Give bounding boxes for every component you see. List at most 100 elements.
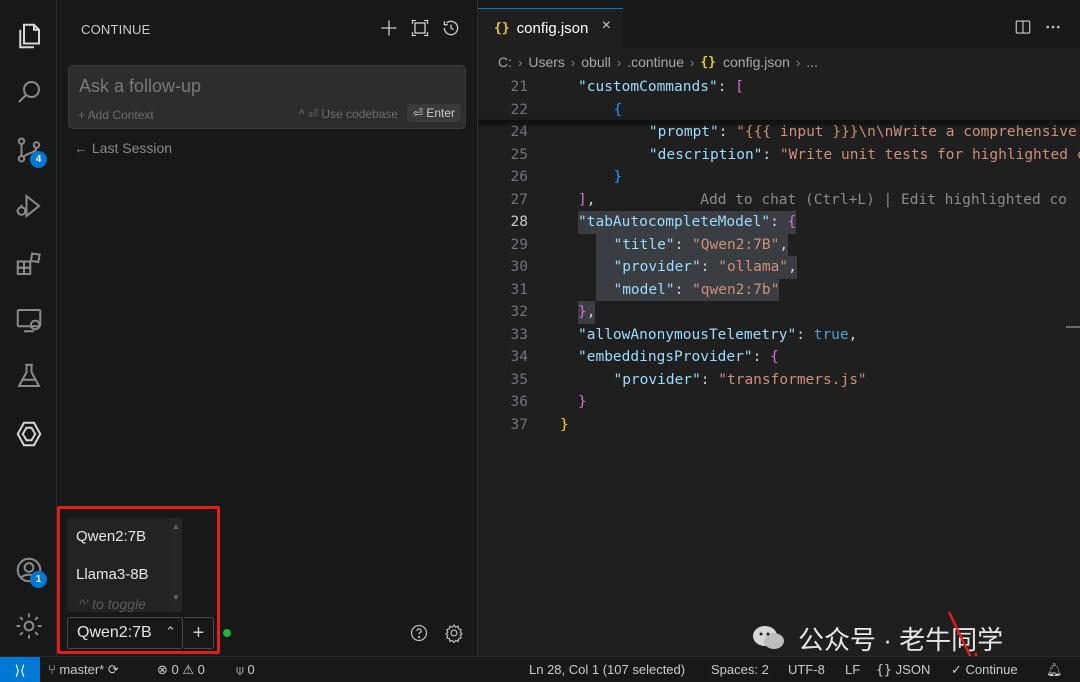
remote-indicator-icon[interactable]: ⟩⟨	[0, 657, 40, 682]
code-line[interactable]: 26 }	[478, 166, 1080, 189]
code-line[interactable]: 25 "description": "Write unit tests for …	[478, 144, 1080, 167]
run-debug-icon[interactable]	[9, 186, 49, 226]
status-bar: ⟩⟨ ⑂ master* ⟳ ⊗ 0 ⚠ 0 ⍦ 0 Ln 28, Col 1 …	[0, 656, 1080, 682]
search-icon[interactable]	[9, 72, 49, 112]
settings-gear-icon[interactable]	[444, 623, 466, 645]
code-line[interactable]: 32},	[478, 301, 1080, 324]
split-editor-icon[interactable]	[1014, 18, 1034, 38]
tab-bar: {} config.json ×	[478, 0, 1080, 48]
breadcrumb-item[interactable]: .continue	[627, 54, 684, 70]
model-status-dot	[223, 629, 231, 637]
code-text: }	[578, 394, 587, 410]
code-line[interactable]: 34 "embeddingsProvider": {	[478, 346, 1080, 369]
model-option-qwen[interactable]: Qwen2:7B	[76, 528, 146, 545]
dropdown-scrollbar[interactable]: ▲ ▼	[170, 518, 182, 612]
sync-icon[interactable]: ⟳	[108, 662, 119, 677]
code-text: "tabAutocompleteModel": {	[578, 211, 797, 234]
line-number: 28	[510, 214, 528, 230]
fullscreen-icon[interactable]	[408, 16, 432, 40]
scrollbar-marker	[1066, 326, 1080, 328]
continue-sidebar: CONTINUE Ask a follow-up + Add Context ^…	[57, 0, 478, 656]
help-icon[interactable]	[409, 623, 431, 645]
problems-status[interactable]: ⊗ 0 ⚠ 0	[157, 662, 205, 678]
new-session-icon[interactable]	[377, 16, 401, 40]
code-editor[interactable]: 21 "customCommands": [22 {24 "prompt": "{…	[478, 76, 1080, 656]
source-control-icon[interactable]: 4	[9, 130, 49, 170]
ports-status[interactable]: ⍦ 0	[236, 662, 255, 678]
line-number: 35	[510, 371, 528, 388]
breadcrumb-item[interactable]: C:	[498, 54, 512, 70]
explorer-icon[interactable]	[9, 16, 49, 56]
model-select[interactable]: Qwen2:7B ⌃	[67, 617, 183, 649]
encoding-status[interactable]: UTF-8	[788, 662, 825, 677]
code-text: "prompt": "{{{ input }}}\n\nWrite a comp…	[648, 124, 1080, 140]
account-icon[interactable]: 1	[9, 550, 49, 590]
code-line[interactable]: 33 "allowAnonymousTelemetry": true,	[478, 324, 1080, 347]
cursor-position[interactable]: Ln 28, Col 1 (107 selected)	[529, 662, 685, 677]
close-icon[interactable]: ×	[602, 17, 611, 35]
more-actions-icon[interactable]	[1044, 18, 1064, 38]
source-control-badge: 4	[30, 151, 47, 168]
enter-button[interactable]: ⏎ Enter	[406, 104, 461, 122]
history-icon[interactable]	[439, 16, 463, 40]
remote-explorer-icon[interactable]	[9, 300, 49, 340]
code-line[interactable]: 35 "provider": "transformers.js"	[478, 369, 1080, 392]
errors-count: 0	[171, 662, 179, 677]
breadcrumb-item[interactable]: obull	[581, 54, 611, 70]
code-line[interactable]: 27], Add to chat (Ctrl+L) | Edit highlig…	[478, 189, 1080, 212]
scroll-down-icon[interactable]: ▼	[170, 593, 182, 602]
breadcrumb-item[interactable]: ...	[806, 54, 818, 70]
code-text: }	[613, 169, 623, 185]
code-line[interactable]: 22 {	[478, 99, 1080, 122]
last-session-link[interactable]: ← Last Session	[74, 140, 172, 156]
code-line[interactable]: 31 "model": "qwen2:7b"	[478, 278, 1080, 301]
testing-icon[interactable]	[9, 356, 49, 396]
breadcrumb-item[interactable]: Users	[528, 54, 565, 70]
breadcrumb-item[interactable]: config.json	[723, 54, 790, 70]
indentation-status[interactable]: Spaces: 2	[711, 662, 769, 677]
code-line[interactable]: 30 "provider": "ollama",	[478, 256, 1080, 279]
branch-status[interactable]: ⑂ master* ⟳	[48, 662, 119, 678]
use-codebase-button[interactable]: ^ ⏎ Use codebase	[299, 107, 398, 121]
code-text: "embeddingsProvider": {	[578, 349, 779, 365]
code-text: "title": "Qwen2:7B",	[596, 233, 789, 256]
extensions-icon[interactable]	[9, 244, 49, 284]
code-text: "allowAnonymousTelemetry": true,	[578, 326, 858, 343]
chevron-right-icon: ›	[616, 54, 622, 70]
code-line[interactable]: 36}	[478, 391, 1080, 414]
code-text: },	[578, 301, 596, 324]
line-number: 30	[510, 259, 528, 275]
line-number: 31	[510, 281, 528, 298]
warning-icon: ⚠	[182, 662, 195, 677]
code-line[interactable]: 37}	[478, 414, 1080, 437]
bell-icon[interactable]: 🔔︎	[1046, 662, 1063, 678]
code-text: "provider": "ollama",	[596, 256, 797, 279]
code-line[interactable]: 28 "tabAutocompleteModel": {	[478, 211, 1080, 234]
editor-area: {} config.json × C: › Users › obull › .cont…	[478, 0, 1080, 656]
manage-gear-icon[interactable]	[9, 606, 49, 646]
code-text: "customCommands": [	[578, 79, 744, 95]
model-select-value: Qwen2:7B	[77, 624, 152, 641]
chat-input[interactable]: Ask a follow-up + Add Context ^ ⏎ Use co…	[68, 65, 466, 129]
language-status[interactable]: {} JSON	[876, 662, 930, 678]
code-line[interactable]: 24 "prompt": "{{{ input }}}\n\nWrite a c…	[478, 121, 1080, 144]
add-context-button[interactable]: + Add Context	[78, 108, 154, 122]
branch-name: master*	[59, 662, 105, 677]
code-line[interactable]: 21 "customCommands": [	[478, 76, 1080, 99]
breadcrumb: C: › Users › obull › .continue › {} config.j…	[498, 54, 818, 70]
continue-icon[interactable]	[9, 414, 49, 454]
code-line[interactable]: 29 "title": "Qwen2:7B",	[478, 233, 1080, 256]
sidebar-title: CONTINUE	[81, 22, 151, 37]
scroll-up-icon[interactable]: ▲	[170, 522, 182, 531]
tab-config-json[interactable]: {} config.json ×	[478, 8, 623, 48]
add-model-button[interactable]: +	[184, 617, 214, 649]
model-option-llama[interactable]: Llama3-8B	[76, 566, 149, 583]
eol-status[interactable]: LF	[845, 662, 860, 677]
line-number: 33	[510, 326, 528, 343]
continue-status[interactable]: ✓ Continue	[951, 662, 1018, 678]
line-number: 24	[510, 124, 528, 140]
code-text: {	[613, 101, 623, 118]
line-number: 26	[510, 169, 528, 185]
account-badge: 1	[30, 571, 47, 588]
code-text: ], Add to chat (Ctrl+L) | Edit highlight…	[578, 191, 1067, 208]
